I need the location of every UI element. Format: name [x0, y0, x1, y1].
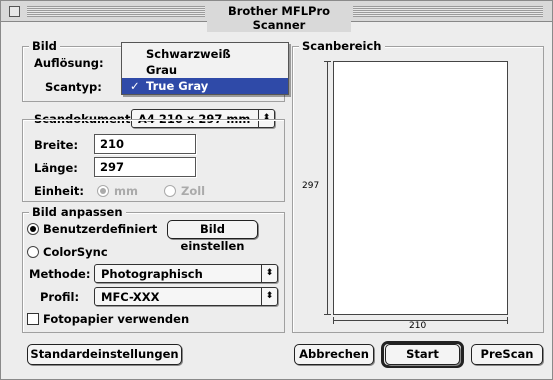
bild-group-title: Bild [29, 39, 60, 53]
fotopapier-label: Fotopapier verwenden [43, 312, 190, 326]
unit-mm-radio[interactable] [97, 185, 109, 197]
width-ruler-label: 210 [409, 321, 427, 331]
bild-anpassen-group-title: Bild anpassen [29, 205, 126, 219]
abbrechen-button[interactable]: Abbrechen [294, 344, 374, 365]
title-bar[interactable]: Brother MFLPro Scanner [1, 1, 552, 32]
title-bar-stripes-left [27, 6, 205, 17]
ruler-tick-bottom [324, 314, 331, 315]
height-ruler-label: 297 [302, 181, 320, 191]
aufloesung-label: Auflösung: [34, 56, 104, 70]
menu-item-schwarzweiss[interactable]: Schwarzweiß [122, 46, 288, 62]
methode-select[interactable]: Photographisch ⬍ [94, 264, 278, 283]
colorsync-radio[interactable] [27, 246, 39, 258]
ruler-tick-left [333, 317, 334, 324]
einheit-label: Einheit: [34, 184, 85, 198]
checkmark-icon: ✓ [130, 79, 140, 93]
breite-label: Breite: [34, 138, 79, 152]
breite-value: 210 [100, 137, 125, 151]
preview-vertical-ruler [327, 61, 328, 315]
popup-arrows-icon: ⬍ [261, 265, 277, 282]
benutzerdefiniert-radio[interactable] [27, 223, 39, 235]
scanner-window: Brother MFLPro Scanner Bild Auflösung: S… [0, 0, 553, 380]
close-box-icon[interactable] [9, 6, 20, 17]
menu-item-label: True Gray [146, 79, 209, 93]
profil-label: Profil: [40, 290, 80, 304]
ruler-tick-right [507, 317, 508, 324]
profil-select[interactable]: MFC-XXX ⬍ [94, 287, 278, 306]
menu-item-true-gray[interactable]: ✓ True Gray [122, 78, 288, 94]
fotopapier-checkbox[interactable] [27, 313, 39, 325]
methode-select-value: Photographisch [101, 267, 203, 281]
menu-item-label: Schwarzweiß [146, 47, 231, 61]
colorsync-label: ColorSync [43, 245, 108, 259]
start-button[interactable]: Start [385, 344, 460, 365]
title-bar-stripes-right [353, 6, 543, 17]
profil-select-value: MFC-XXX [101, 290, 160, 304]
menu-item-grau-fehlerstreuung[interactable]: Grau (Fehlerstreuung) [122, 62, 288, 93]
unit-zoll-radio[interactable] [164, 185, 176, 197]
laenge-label: Länge: [34, 161, 78, 175]
scantyp-popup-menu[interactable]: Schwarzweiß Grau (Fehlerstreuung) ✓ True… [121, 42, 289, 95]
standardeinstellungen-button[interactable]: Standardeinstellungen [27, 344, 182, 365]
ruler-tick-top [324, 61, 331, 62]
scanbereich-group-title: Scanbereich [299, 39, 385, 53]
laenge-field[interactable]: 297 [94, 157, 196, 177]
window-title: Brother MFLPro Scanner [207, 4, 351, 32]
prescan-button[interactable]: PreScan [471, 344, 543, 365]
methode-label: Methode: [29, 267, 91, 281]
scantyp-label: Scantyp: [45, 80, 102, 94]
popup-arrows-icon: ⬍ [261, 288, 277, 305]
scan-preview-area[interactable] [333, 61, 508, 315]
unit-mm-label: mm [114, 184, 138, 198]
unit-zoll-label: Zoll [181, 184, 206, 198]
laenge-value: 297 [100, 160, 125, 174]
benutzerdefiniert-label: Benutzerdefiniert [43, 222, 158, 236]
breite-field[interactable]: 210 [94, 134, 196, 154]
bild-einstellen-button[interactable]: Bild einstellen [167, 220, 258, 253]
